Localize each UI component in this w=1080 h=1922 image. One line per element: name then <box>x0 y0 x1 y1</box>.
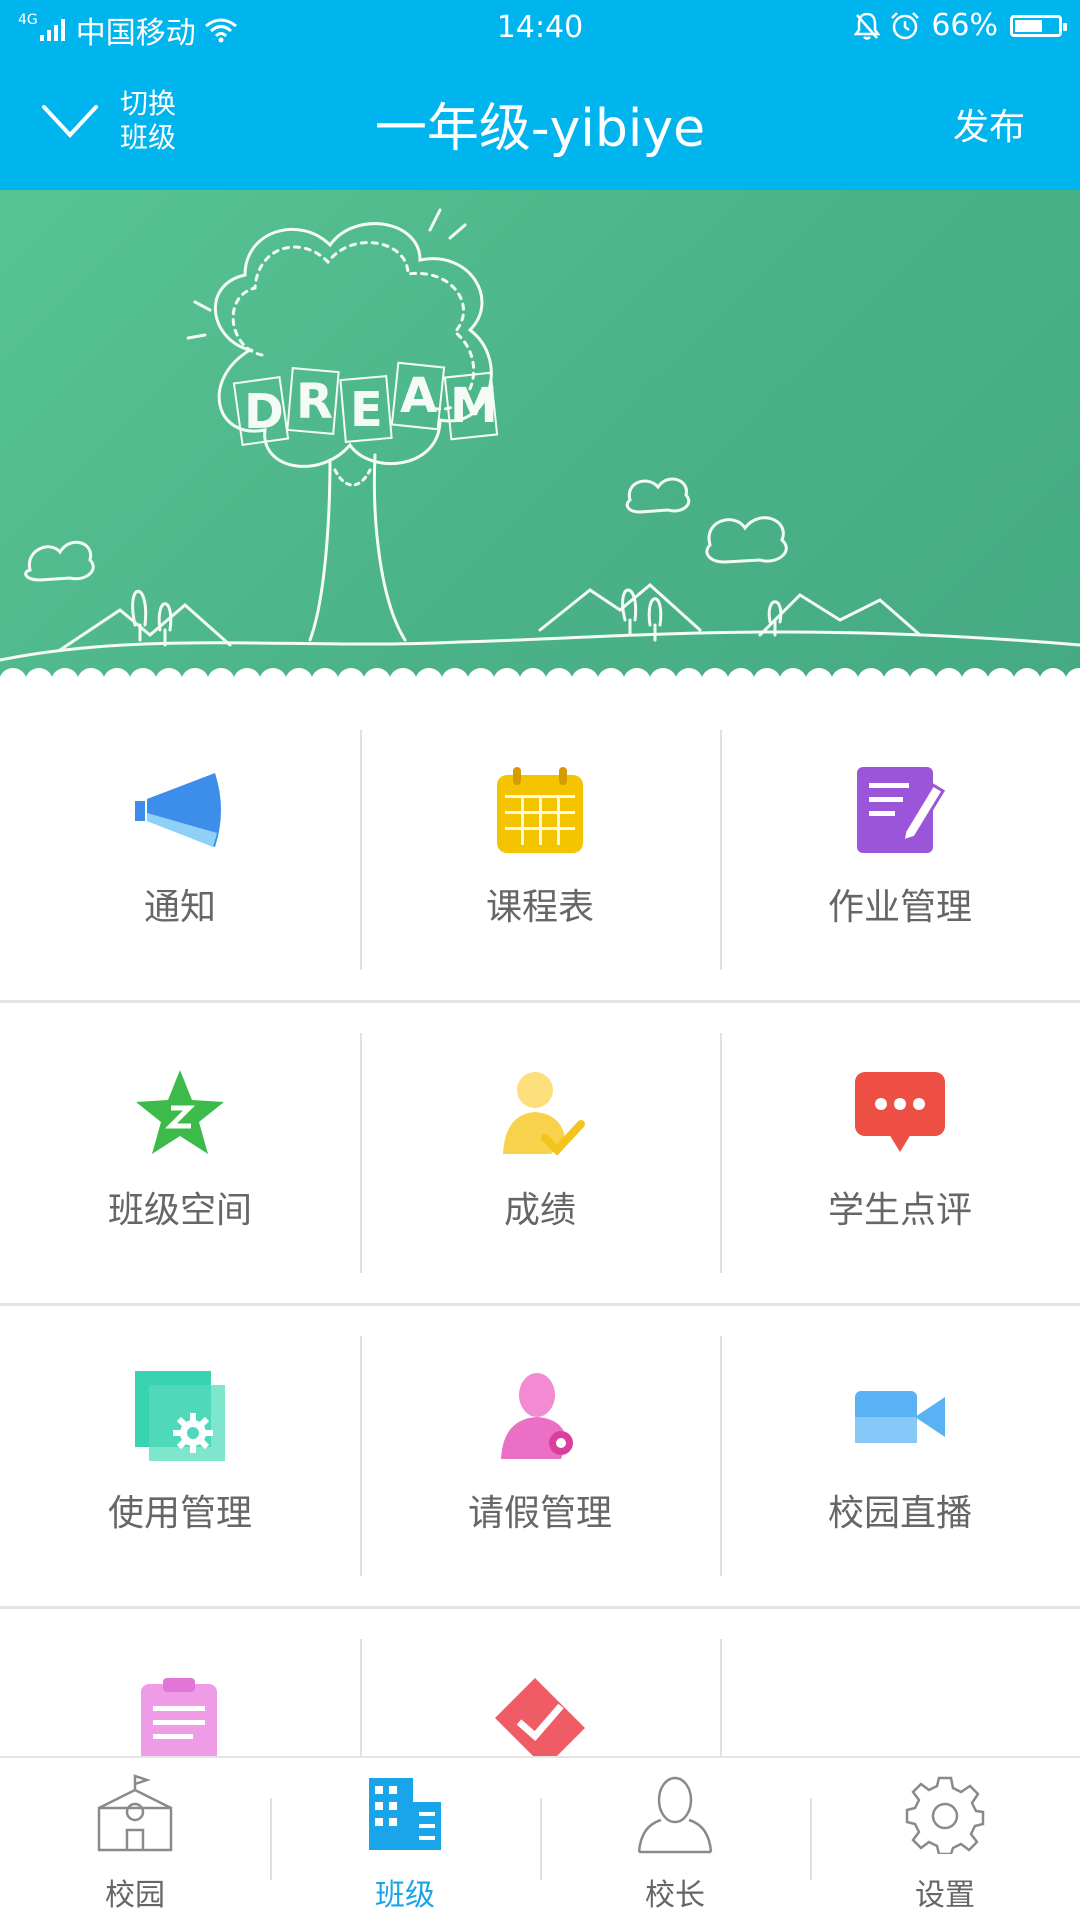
grid-item-label: 成绩 <box>503 1190 576 1231</box>
homework-icon <box>857 767 945 853</box>
alarm-icon <box>891 11 920 39</box>
app-header: 切换 班级 一年级-yibiye 发布 <box>0 56 1080 190</box>
function-grid: 通知 课程表 作业管理 班级空间 成绩 学生点评 使用管理 请假管理 校园直播 <box>0 700 1080 1912</box>
banner-letter-d: D <box>244 384 284 440</box>
comment-icon <box>855 1072 945 1152</box>
grade-icon <box>503 1072 585 1156</box>
grid-item-class-space[interactable]: 班级空间 <box>0 1003 360 1303</box>
grid-item-label: 请假管理 <box>467 1493 612 1534</box>
grid-row-1: 通知 课程表 作业管理 <box>0 700 1080 1003</box>
clipboard-icon <box>141 1678 217 1764</box>
page-title: 一年级-yibiye <box>374 99 706 159</box>
megaphone-icon <box>135 773 221 847</box>
tab-settings[interactable]: 设置 <box>810 1758 1080 1922</box>
banner-letter-a: A <box>400 368 437 424</box>
dream-banner[interactable]: D R E A M <box>0 190 1080 700</box>
principal-icon <box>637 1776 713 1854</box>
settings-gear-icon <box>905 1776 985 1854</box>
tab-label: 校园 <box>105 1878 165 1913</box>
banner-letter-r: R <box>296 374 333 430</box>
grid-item-leave-management[interactable]: 请假管理 <box>360 1306 720 1606</box>
banner-letter-e: E <box>350 382 383 438</box>
chalk-tree-illustration: D R E A M <box>0 208 1080 700</box>
video-camera-icon <box>855 1391 945 1443</box>
grid-item-label: 校园直播 <box>827 1493 972 1534</box>
settings-doc-icon <box>135 1371 225 1461</box>
grid-item-student-review[interactable]: 学生点评 <box>720 1003 1080 1303</box>
grid-row-2: 班级空间 成绩 学生点评 <box>0 1003 1080 1306</box>
bell-mute-icon <box>853 12 881 40</box>
tab-principal[interactable]: 校长 <box>540 1758 810 1922</box>
tab-class[interactable]: 班级 <box>270 1758 540 1922</box>
grid-item-campus-live[interactable]: 校园直播 <box>720 1306 1080 1606</box>
tab-label: 设置 <box>915 1878 975 1913</box>
status-right: 66% <box>853 8 1067 43</box>
leave-icon <box>501 1373 573 1459</box>
school-icon <box>97 1774 173 1852</box>
publish-button[interactable]: 发布 <box>953 98 1025 150</box>
bottom-tab-bar: 校园 班级 校长 设置 <box>0 1756 1080 1922</box>
status-bar: 4G 中国移动 14:40 66% <box>0 0 1080 56</box>
tab-campus[interactable]: 校园 <box>0 1758 270 1922</box>
grid-item-label: 作业管理 <box>827 887 972 928</box>
grid-item-schedule[interactable]: 课程表 <box>360 700 720 1000</box>
calendar-icon <box>497 767 583 853</box>
battery-fill <box>1015 19 1043 32</box>
grid-item-usage-management[interactable]: 使用管理 <box>0 1306 360 1606</box>
qzone-star-icon <box>136 1070 224 1154</box>
grid-item-notice[interactable]: 通知 <box>0 700 360 1000</box>
battery-text: 66% <box>931 8 998 43</box>
grid-item-label: 学生点评 <box>827 1190 972 1231</box>
tab-label: 班级 <box>375 1878 435 1913</box>
class-building-icon <box>369 1778 441 1850</box>
battery-icon <box>1010 14 1067 37</box>
grid-item-label: 班级空间 <box>107 1190 252 1231</box>
check-icon <box>495 1678 585 1764</box>
banner-letter-m: M <box>450 378 498 434</box>
tab-label: 校长 <box>645 1878 705 1913</box>
grid-item-label: 通知 <box>143 887 216 928</box>
grid-item-label: 课程表 <box>485 887 594 928</box>
grid-item-label: 使用管理 <box>107 1493 252 1534</box>
grid-item-homework[interactable]: 作业管理 <box>720 700 1080 1000</box>
grid-item-grades[interactable]: 成绩 <box>360 1003 720 1303</box>
grid-row-3: 使用管理 请假管理 校园直播 <box>0 1306 1080 1609</box>
